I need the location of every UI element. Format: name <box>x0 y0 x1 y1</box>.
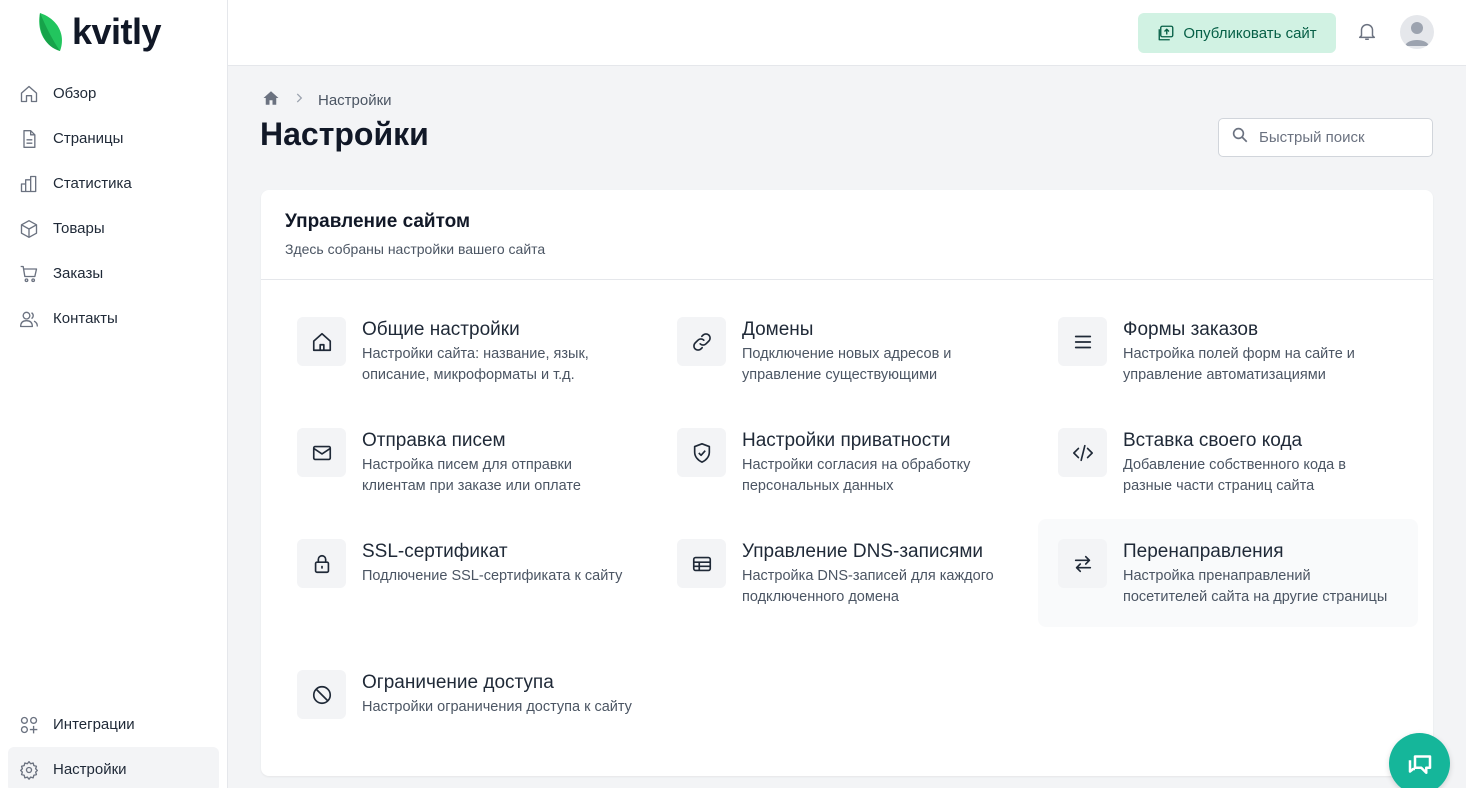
page-title: Настройки <box>260 116 429 152</box>
shield-check-icon <box>677 428 726 477</box>
sidebar-item-label: Настройки <box>53 761 127 778</box>
sidebar-item-overview[interactable]: Обзор <box>8 71 219 116</box>
tile-title: Ограничение доступа <box>362 672 554 693</box>
gear-icon <box>18 759 40 781</box>
search-icon <box>1231 126 1249 149</box>
tile-title: SSL-сертификат <box>362 541 508 562</box>
tile-access-restriction[interactable]: Ограничение доступа Настройки ограничени… <box>277 650 657 739</box>
publish-icon <box>1158 25 1174 41</box>
sidebar-item-label: Обзор <box>53 85 97 102</box>
tile-title: Вставка своего кода <box>1123 430 1303 451</box>
leaf-logo-icon <box>39 13 62 51</box>
ban-icon <box>297 670 346 719</box>
publish-label: Опубликовать сайт <box>1183 24 1317 42</box>
sidebar-item-pages[interactable]: Страницы <box>8 116 219 161</box>
logo[interactable]: kvitly <box>36 10 162 54</box>
sidebar-item-settings[interactable]: Настройки <box>8 747 219 788</box>
tile-title: Формы заказов <box>1123 319 1259 340</box>
tile-title: Домены <box>742 319 814 340</box>
tile-privacy-settings[interactable]: Настройки приватности Настройки согласия… <box>657 408 1037 516</box>
tile-desc: Настройка DNS-записей для каждого подклю… <box>742 568 994 605</box>
card-subtitle: Здесь собраны настройки вашего сайта <box>285 241 546 257</box>
arrows-swap-icon <box>1058 539 1107 588</box>
card-title: Управление сайтом <box>285 211 471 232</box>
tile-desc: Настройка полей форм на сайте и управлен… <box>1123 346 1355 383</box>
tile-domains[interactable]: Домены Подключение новых адресов и управ… <box>657 297 1037 405</box>
home-icon[interactable] <box>262 89 280 111</box>
mail-icon <box>297 428 346 477</box>
tile-desc: Настройки сайта: название, язык, описани… <box>362 346 589 383</box>
chat-widget-button[interactable] <box>1389 733 1450 788</box>
sidebar-item-label: Контакты <box>53 310 118 327</box>
server-icon <box>677 539 726 588</box>
tile-desc: Настройки согласия на обработку персонал… <box>742 457 971 494</box>
code-icon <box>1058 428 1107 477</box>
sidebar-item-label: Интеграции <box>53 716 135 733</box>
integrations-icon <box>18 714 40 736</box>
sidebar: kvitly Обзор Страницы Статистика Товары <box>0 0 228 788</box>
menu-icon <box>1058 317 1107 366</box>
breadcrumb: Настройки <box>262 89 392 111</box>
home-icon <box>18 83 40 105</box>
link-icon <box>677 317 726 366</box>
document-icon <box>18 128 40 150</box>
tile-ssl-certificate[interactable]: SSL-сертификат Подлючение SSL-сертификат… <box>277 519 657 608</box>
tile-redirects[interactable]: Перенаправления Настройка пренаправлений… <box>1038 519 1418 627</box>
tile-desc: Добавление собственного кода в разные ча… <box>1123 457 1346 494</box>
tile-desc: Подключение новых адресов и управление с… <box>742 346 952 383</box>
tile-dns-records[interactable]: Управление DNS-записями Настройка DNS-за… <box>657 519 1037 627</box>
sidebar-item-products[interactable]: Товары <box>8 206 219 251</box>
tile-title: Настройки приватности <box>742 430 951 451</box>
cube-icon <box>18 218 40 240</box>
tile-desc: Настройка пренаправлений посетителей сай… <box>1123 568 1388 605</box>
sidebar-item-label: Заказы <box>53 265 104 282</box>
bell-icon[interactable] <box>1356 20 1380 44</box>
card-header: Управление сайтом Здесь собраны настройк… <box>261 190 1433 280</box>
sidebar-item-label: Страницы <box>53 130 124 147</box>
chart-icon <box>18 173 40 195</box>
lock-icon <box>297 539 346 588</box>
tile-title: Управление DNS-записями <box>742 541 983 562</box>
publish-site-button[interactable]: Опубликовать сайт <box>1138 13 1336 53</box>
tile-email-sending[interactable]: Отправка писем Настройка писем для отпра… <box>277 408 657 516</box>
sidebar-item-contacts[interactable]: Контакты <box>8 296 219 341</box>
avatar[interactable] <box>1400 15 1434 49</box>
quick-search[interactable] <box>1218 118 1433 157</box>
settings-card: Управление сайтом Здесь собраны настройк… <box>261 190 1433 776</box>
sidebar-item-orders[interactable]: Заказы <box>8 251 219 296</box>
tile-custom-code[interactable]: Вставка своего кода Добавление собственн… <box>1038 408 1418 516</box>
users-icon <box>18 308 40 330</box>
tile-title: Перенаправления <box>1123 541 1284 562</box>
chat-icon <box>1408 754 1431 774</box>
search-input[interactable] <box>1259 129 1419 146</box>
sidebar-item-integrations[interactable]: Интеграции <box>8 702 219 747</box>
tile-title: Общие настройки <box>362 319 520 340</box>
sidebar-item-statistics[interactable]: Статистика <box>8 161 219 206</box>
home-icon <box>297 317 346 366</box>
tile-desc: Подлючение SSL-сертификата к сайту <box>362 568 623 584</box>
tile-desc: Настройка писем для отправки клиентам пр… <box>362 457 581 494</box>
sidebar-nav: Обзор Страницы Статистика Товары Заказы <box>8 71 219 341</box>
breadcrumb-current[interactable]: Настройки <box>318 92 392 109</box>
tile-general-settings[interactable]: Общие настройки Настройки сайта: названи… <box>277 297 657 405</box>
sidebar-bottom-nav: Интеграции Настройки <box>8 702 219 788</box>
tile-title: Отправка писем <box>362 430 506 451</box>
cart-icon <box>18 263 40 285</box>
chevron-right-icon <box>292 91 306 109</box>
topbar: Опубликовать сайт <box>228 0 1466 66</box>
tile-desc: Настройки ограничения доступа к сайту <box>362 699 632 715</box>
sidebar-item-label: Товары <box>53 220 105 237</box>
sidebar-item-label: Статистика <box>53 175 132 192</box>
logo-text: kvitly <box>72 11 162 52</box>
tile-order-forms[interactable]: Формы заказов Настройка полей форм на са… <box>1038 297 1418 405</box>
